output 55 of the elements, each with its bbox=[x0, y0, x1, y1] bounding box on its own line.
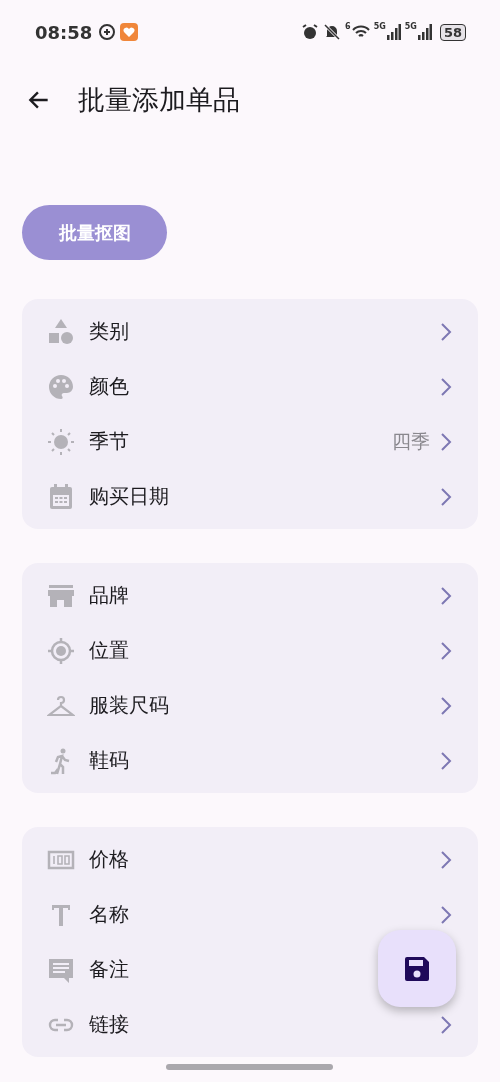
chevron-right-icon bbox=[440, 849, 452, 870]
sun-icon bbox=[47, 427, 75, 456]
settings-row[interactable]: 名称 bbox=[22, 887, 478, 942]
wifi-label: 6 bbox=[345, 22, 351, 31]
settings-row[interactable]: 服装尺码 bbox=[22, 678, 478, 733]
chevron-right-icon bbox=[440, 486, 452, 507]
row-label: 购买日期 bbox=[89, 483, 169, 510]
row-label: 季节 bbox=[89, 428, 129, 455]
chevron-right-icon bbox=[440, 585, 452, 606]
row-label: 位置 bbox=[89, 637, 129, 664]
heart-app-icon bbox=[120, 23, 139, 41]
location-icon bbox=[47, 636, 75, 665]
chevron-right-icon bbox=[440, 431, 452, 452]
row-label: 链接 bbox=[89, 1011, 129, 1038]
chevron-right-icon bbox=[440, 1014, 452, 1035]
chevron-right-icon bbox=[440, 321, 452, 342]
settings-row[interactable]: 链接 bbox=[22, 997, 478, 1052]
row-value: 四季 bbox=[392, 428, 430, 454]
save-button[interactable] bbox=[378, 930, 456, 1007]
palette-icon bbox=[47, 372, 75, 401]
settings-row[interactable]: 类别 bbox=[22, 304, 478, 359]
row-label: 颜色 bbox=[89, 373, 129, 400]
row-label: 鞋码 bbox=[89, 747, 129, 774]
chevron-right-icon bbox=[440, 640, 452, 661]
data-saver-icon bbox=[98, 23, 117, 41]
settings-row[interactable]: 备注 bbox=[22, 942, 478, 997]
row-label: 品牌 bbox=[89, 582, 129, 609]
row-label: 备注 bbox=[89, 956, 129, 983]
network-label: 5G bbox=[404, 22, 417, 31]
status-time: 08:58 bbox=[35, 21, 93, 43]
row-label: 服装尺码 bbox=[89, 692, 169, 719]
alarm-icon bbox=[301, 23, 320, 41]
settings-row[interactable]: 价格 bbox=[22, 832, 478, 887]
signal-icon bbox=[417, 24, 432, 40]
row-label: 价格 bbox=[89, 846, 129, 873]
signal-icon bbox=[386, 24, 401, 40]
settings-row[interactable]: 位置 bbox=[22, 623, 478, 678]
battery-level: 58 bbox=[439, 23, 466, 41]
row-label: 名称 bbox=[89, 901, 129, 928]
network-label: 5G bbox=[373, 22, 386, 31]
settings-row[interactable]: 品牌 bbox=[22, 568, 478, 623]
row-label: 类别 bbox=[89, 318, 129, 345]
wifi-icon bbox=[351, 24, 370, 40]
chevron-right-icon bbox=[440, 904, 452, 925]
chevron-right-icon bbox=[440, 376, 452, 397]
chevron-right-icon bbox=[440, 750, 452, 771]
muted-bell-icon bbox=[323, 23, 342, 41]
shapes-icon bbox=[47, 317, 75, 346]
page-title: 批量添加单品 bbox=[78, 83, 240, 117]
chevron-right-icon bbox=[440, 695, 452, 716]
settings-row[interactable]: 颜色 bbox=[22, 359, 478, 414]
settings-row[interactable]: 购买日期 bbox=[22, 469, 478, 524]
settings-row[interactable]: 季节 四季 bbox=[22, 414, 478, 469]
calendar-icon bbox=[47, 482, 75, 511]
settings-row[interactable]: 鞋码 bbox=[22, 733, 478, 788]
